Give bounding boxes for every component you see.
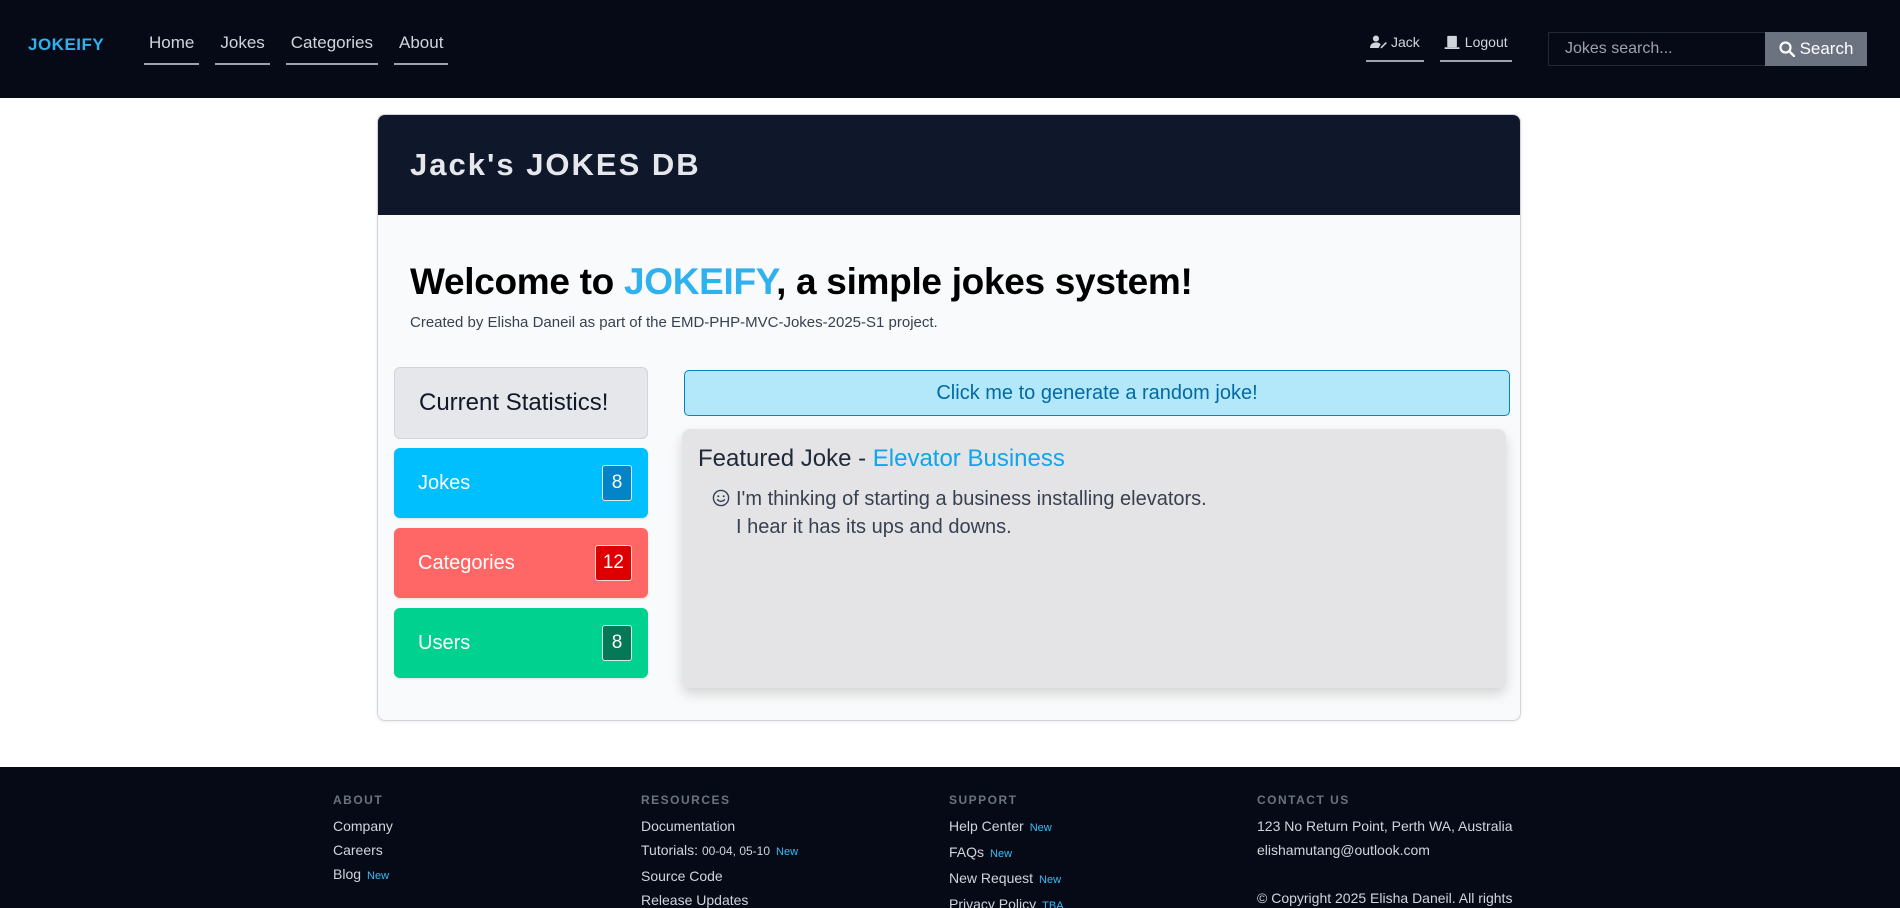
welcome-brand: JOKEIFY <box>623 261 777 302</box>
search-button[interactable]: Search <box>1765 32 1867 66</box>
door-icon <box>1444 35 1460 49</box>
new-tag: New <box>990 848 1013 860</box>
featured-joke-title[interactable]: Elevator Business <box>873 445 1065 472</box>
footer-link-documentation[interactable]: Documentation <box>641 814 798 838</box>
contact-address: 123 No Return Point, Perth WA, Australia <box>1257 818 1513 834</box>
footer: ABOUT Company Careers Blog New RESOURCES … <box>0 767 1900 908</box>
new-tag: New <box>1029 822 1052 834</box>
footer-heading: CONTACT US <box>1257 793 1350 807</box>
featured-prefix: Featured Joke - <box>698 445 873 472</box>
footer-link-label: Blog <box>333 866 362 882</box>
stat-count-badge: 8 <box>602 465 632 501</box>
stat-count-badge: 8 <box>602 625 632 661</box>
nav-link-about[interactable]: About <box>394 33 449 65</box>
search-icon <box>1778 41 1795 57</box>
statistics-panel: Current Statistics! Jokes 8 Categories 1… <box>394 367 648 688</box>
nav-link-home[interactable]: Home <box>144 33 200 65</box>
search-button-label: Search <box>1799 39 1854 58</box>
stat-label: Jokes <box>418 471 471 494</box>
user-edit-icon <box>1370 35 1387 49</box>
created-by-text: Created by Elisha Daneil as part of the … <box>410 314 938 331</box>
footer-link-label: Tutorials: <box>641 842 699 858</box>
footer-link-label: Privacy Policy <box>949 896 1037 908</box>
joke-line: I'm thinking of starting a business inst… <box>736 488 1207 510</box>
card-header: Jack's JOKES DB <box>378 115 1520 215</box>
user-nav: Jack Logout <box>1366 34 1512 62</box>
new-tag: New <box>776 846 799 858</box>
logout-label: Logout <box>1464 34 1508 50</box>
footer-link-careers[interactable]: Careers <box>333 838 393 862</box>
footer-link-new-request[interactable]: New Request New <box>949 866 1064 892</box>
welcome-suffix: , a simple jokes system! <box>776 261 1193 302</box>
brand-logo[interactable]: JOKEIFY <box>28 35 104 55</box>
joke-line: I hear it has its ups and downs. <box>736 516 1012 538</box>
joke-body: I'm thinking of starting a business inst… <box>712 485 1490 541</box>
footer-support-column: SUPPORT Help Center New FAQs New New Reque… <box>949 793 1064 908</box>
footer-heading: ABOUT <box>333 793 384 807</box>
copyright-text: © Copyright 2025 Elisha Daneil. All righ… <box>1257 890 1513 906</box>
footer-link-faqs[interactable]: FAQs New <box>949 840 1064 866</box>
footer-link-blog[interactable]: Blog New <box>333 862 393 888</box>
new-tag: New <box>367 870 390 882</box>
footer-link-help-center[interactable]: Help Center New <box>949 814 1064 840</box>
logout-link[interactable]: Logout <box>1439 34 1512 62</box>
stat-jokes[interactable]: Jokes 8 <box>394 448 648 518</box>
footer-link-source-code[interactable]: Source Code <box>641 864 798 888</box>
tutorials-range: 00-04, 05-10 <box>701 844 771 858</box>
stat-label: Users <box>418 631 471 654</box>
joke-text: I'm thinking of starting a business inst… <box>736 485 1207 541</box>
nav-link-jokes[interactable]: Jokes <box>215 33 270 65</box>
welcome-heading: Welcome to JOKEIFY, a simple jokes syste… <box>410 261 1193 303</box>
footer-link-release-updates[interactable]: Release Updates <box>641 888 798 908</box>
stat-users[interactable]: Users 8 <box>394 608 648 678</box>
footer-contact-column: CONTACT US 123 No Return Point, Perth WA… <box>1257 793 1513 908</box>
stat-label: Categories <box>418 551 515 574</box>
footer-heading: RESOURCES <box>641 793 731 807</box>
new-tag: New <box>1039 874 1062 886</box>
user-name: Jack <box>1391 34 1420 50</box>
footer-heading: SUPPORT <box>949 793 1018 807</box>
contact-email[interactable]: elishamutang@outlook.com <box>1257 838 1513 862</box>
footer-link-label: New Request <box>949 870 1034 886</box>
stat-count-badge: 12 <box>594 545 632 581</box>
search-input[interactable] <box>1548 32 1765 66</box>
stat-categories[interactable]: Categories 12 <box>394 528 648 598</box>
welcome-prefix: Welcome to <box>410 261 624 302</box>
nav-link-categories[interactable]: Categories <box>285 33 378 65</box>
statistics-heading: Current Statistics! <box>394 367 648 439</box>
footer-link-label: FAQs <box>949 844 985 860</box>
top-navbar: JOKEIFY Home Jokes Categories About Jack… <box>0 0 1900 98</box>
footer-about-column: ABOUT Company Careers Blog New <box>333 793 393 888</box>
footer-resources-column: RESOURCES Documentation Tutorials: 00-04… <box>641 793 798 908</box>
smile-icon <box>712 489 730 507</box>
footer-link-label: Help Center <box>949 818 1024 834</box>
random-joke-button[interactable]: Click me to generate a random joke! <box>684 370 1510 416</box>
featured-joke-heading: Featured Joke - Elevator Business <box>698 445 1490 473</box>
user-profile-link[interactable]: Jack <box>1366 34 1424 62</box>
main-nav: Home Jokes Categories About <box>144 33 449 65</box>
page-title: Jack's JOKES DB <box>410 147 701 182</box>
footer-link-company[interactable]: Company <box>333 814 393 838</box>
footer-spacer <box>1257 862 1513 886</box>
footer-link-tutorials[interactable]: Tutorials: 00-04, 05-10 New <box>641 838 798 864</box>
featured-joke-card: Featured Joke - Elevator Business I'm th… <box>682 429 1506 688</box>
main-card: Jack's JOKES DB Welcome to JOKEIFY, a si… <box>377 114 1521 721</box>
tba-tag: TBA <box>1042 900 1064 908</box>
footer-link-privacy-policy[interactable]: Privacy Policy TBA <box>949 892 1064 908</box>
